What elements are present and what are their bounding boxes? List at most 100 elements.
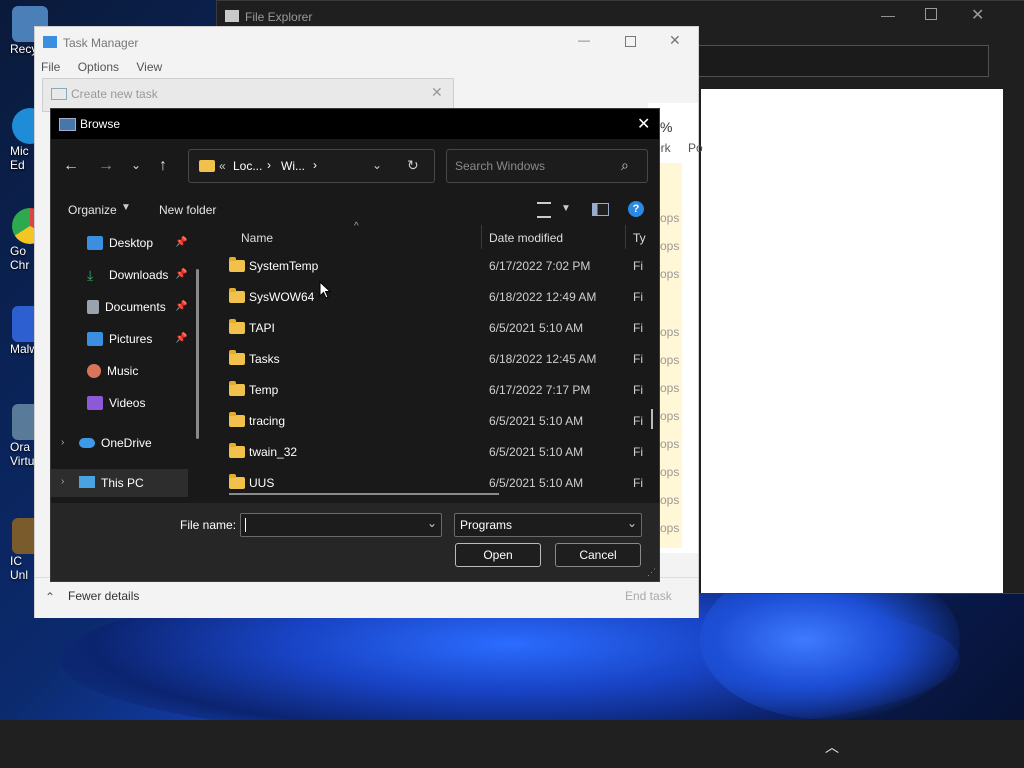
breadcrumb-local-disk[interactable]: Loc... — [233, 159, 262, 173]
task-manager-ops-labels-2: ops ops ops ops ops ops ops ops — [660, 325, 680, 535]
mouse-pointer-icon — [319, 281, 331, 299]
file-explorer-icon — [225, 10, 239, 22]
file-explorer-content — [701, 89, 1003, 593]
taskbar — [0, 720, 1024, 768]
videos-icon — [87, 396, 103, 410]
column-type[interactable]: Ty — [633, 231, 646, 245]
file-name-input[interactable]: ⌄ — [240, 513, 442, 537]
task-manager-title: Task Manager — [63, 36, 139, 50]
close-icon[interactable]: ✕ — [669, 32, 681, 49]
folder-icon — [229, 350, 245, 365]
file-row[interactable]: SysWOW64 6/18/2022 12:49 AM Fi — [209, 282, 659, 312]
resize-grip-icon[interactable]: ⋰ — [647, 567, 656, 578]
browse-titlebar: Browse ✕ — [51, 109, 659, 139]
close-icon[interactable]: ✕ — [971, 5, 984, 25]
breadcrumb-windows[interactable]: Wi... — [281, 159, 305, 173]
nav-item-desktop[interactable]: Desktop — [87, 233, 153, 253]
close-icon[interactable]: ✕ — [637, 114, 650, 134]
task-manager-ops-labels: ops ops ops — [660, 211, 680, 281]
nav-item-downloads[interactable]: ⤓ Downloads — [87, 265, 168, 285]
file-explorer-title: File Explorer — [245, 10, 313, 24]
file-row[interactable]: TAPI 6/5/2021 5:10 AM Fi — [209, 313, 659, 343]
nav-item-onedrive[interactable]: OneDrive — [79, 433, 152, 453]
sort-up-icon: ^ — [354, 221, 359, 232]
column-percent: % — [660, 119, 673, 135]
view-options-icon[interactable] — [537, 202, 551, 218]
help-icon[interactable]: ? — [628, 201, 644, 217]
minimize-icon[interactable]: — — [881, 7, 895, 23]
back-arrow-icon[interactable]: ← — [63, 157, 79, 175]
chevron-down-icon[interactable]: ⌄ — [627, 516, 637, 530]
document-icon — [87, 300, 99, 314]
pin-icon[interactable]: 📌 — [175, 269, 187, 280]
up-arrow-icon[interactable]: ↑ — [159, 157, 167, 175]
nav-item-videos[interactable]: Videos — [87, 393, 145, 413]
computer-icon — [79, 476, 95, 488]
pictures-icon — [87, 332, 103, 346]
nav-item-music[interactable]: Music — [87, 361, 138, 381]
file-row[interactable]: Tasks 6/18/2022 12:45 AM Fi — [209, 344, 659, 374]
nav-pane-scrollbar[interactable] — [196, 269, 199, 439]
download-arrow-icon: ⤓ — [87, 267, 94, 283]
menu-view[interactable]: View — [136, 60, 162, 74]
close-icon[interactable]: ✕ — [431, 84, 443, 101]
column-name[interactable]: Name — [241, 231, 273, 245]
file-type-select[interactable]: Programs ⌄ — [454, 513, 642, 537]
open-button[interactable]: Open — [455, 543, 541, 567]
navigation-pane: Desktop 📌 ⤓ Downloads 📌 Documents 📌 Pict… — [51, 223, 203, 503]
browse-dialog[interactable]: Browse ✕ ← → ⌄ ↑ « Loc... › Wi... › ⌄ ↻ … — [50, 108, 660, 582]
end-task-button[interactable]: End task — [625, 589, 672, 603]
folder-icon — [229, 319, 245, 334]
file-row[interactable]: Temp 6/17/2022 7:17 PM Fi — [209, 375, 659, 405]
file-row[interactable]: tracing 6/5/2021 5:10 AM Fi — [209, 406, 659, 436]
maximize-icon[interactable] — [625, 36, 636, 47]
preview-pane-icon[interactable] — [592, 203, 609, 216]
folder-icon — [229, 257, 245, 272]
file-name-panel: File name: ⌄ Programs ⌄ Open Cancel ⋰ — [51, 503, 659, 581]
organize-dropdown-icon[interactable]: ▼ — [121, 202, 131, 213]
column-date-modified[interactable]: Date modified — [489, 231, 563, 245]
folder-icon — [229, 381, 245, 396]
nav-item-pictures[interactable]: Pictures — [87, 329, 152, 349]
show-hidden-icons-chevron-icon[interactable]: ︿ — [824, 737, 840, 755]
expand-chevron-icon[interactable]: › — [61, 437, 64, 448]
task-manager-icon — [43, 36, 57, 48]
chevron-up-icon[interactable]: ⌃ — [45, 590, 55, 604]
column-power[interactable]: Po — [688, 141, 703, 155]
file-explorer-address-bar[interactable] — [697, 45, 989, 77]
new-folder-button[interactable]: New folder — [159, 203, 216, 217]
file-list-vertical-scrollbar[interactable] — [651, 409, 653, 429]
refresh-icon[interactable]: ↻ — [407, 157, 419, 174]
minimize-icon[interactable]: — — [578, 33, 590, 47]
file-row[interactable]: SystemTemp 6/17/2022 7:02 PM Fi — [209, 251, 659, 281]
search-input[interactable]: Search Windows ⌕ — [446, 149, 648, 183]
search-icon: ⌕ — [621, 157, 629, 173]
nav-item-this-pc-selected[interactable]: › This PC — [51, 469, 188, 497]
folder-icon — [229, 474, 245, 489]
address-bar[interactable]: « Loc... › Wi... › ⌄ ↻ — [188, 149, 435, 183]
organize-button[interactable]: Organize — [68, 203, 117, 217]
browse-title: Browse — [80, 117, 121, 131]
view-dropdown-icon[interactable]: ▼ — [561, 203, 571, 214]
create-task-title: Create new task — [71, 87, 158, 101]
chevron-down-icon[interactable]: ⌄ — [427, 516, 437, 530]
menu-options[interactable]: Options — [78, 60, 119, 74]
recent-locations-chevron-icon[interactable]: ⌄ — [131, 158, 141, 172]
cancel-button[interactable]: Cancel — [555, 543, 641, 567]
fewer-details-button[interactable]: Fewer details — [68, 589, 139, 603]
maximize-icon[interactable] — [925, 8, 937, 20]
file-list: ^ Name Date modified Ty SystemTemp 6/17/… — [209, 221, 659, 505]
run-icon — [51, 88, 67, 100]
pin-icon[interactable]: 📌 — [175, 333, 187, 344]
forward-arrow-icon[interactable]: → — [98, 157, 114, 175]
folder-icon — [229, 288, 245, 303]
file-list-horizontal-scrollbar[interactable] — [229, 493, 499, 495]
nav-item-documents[interactable]: Documents — [87, 297, 166, 317]
address-dropdown-chevron-icon[interactable]: ⌄ — [372, 158, 382, 172]
pin-icon[interactable]: 📌 — [175, 301, 187, 312]
create-new-task-dialog[interactable]: Create new task ✕ — [42, 78, 454, 112]
menu-file[interactable]: File — [41, 60, 60, 74]
pin-icon[interactable]: 📌 — [175, 237, 187, 248]
expand-chevron-icon[interactable]: › — [61, 476, 64, 487]
file-row[interactable]: twain_32 6/5/2021 5:10 AM Fi — [209, 437, 659, 467]
